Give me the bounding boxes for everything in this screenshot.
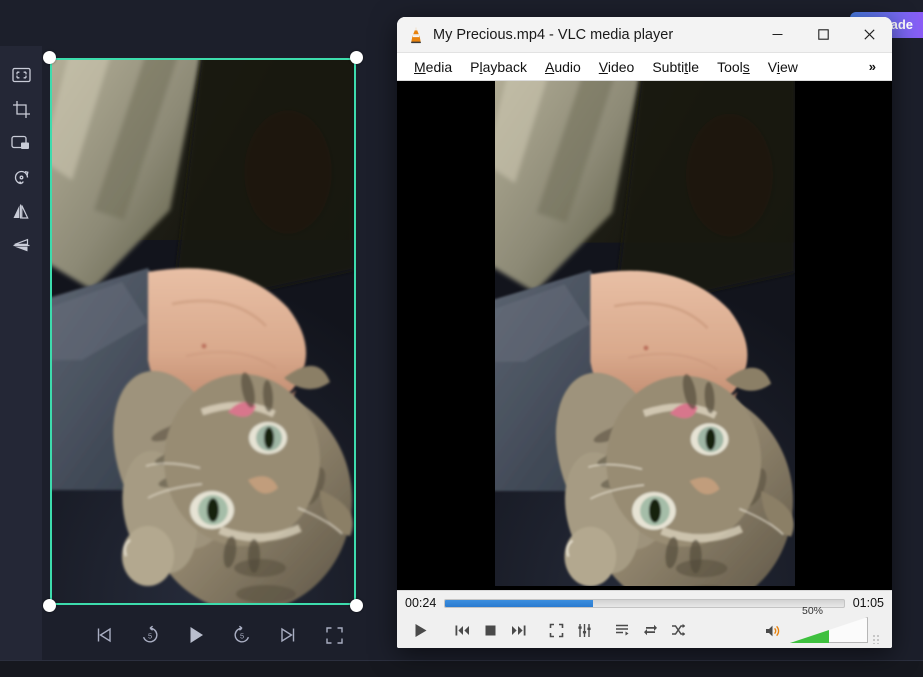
tool-rail [0,46,42,661]
loop-button[interactable] [637,618,663,642]
vlc-video-content [495,81,795,590]
vlc-titlebar[interactable]: My Precious.mp4 - VLC media player [397,17,892,53]
volume-track [790,617,868,643]
selected-video-clip[interactable] [50,58,356,605]
skip-to-start-button[interactable] [91,622,117,648]
screen: Upgrade [0,0,923,677]
svg-text:5: 5 [148,631,152,640]
vlc-cone-icon [407,26,425,44]
rotate-icon [12,168,31,187]
fullscreen-button[interactable] [321,622,347,648]
random-button[interactable] [665,618,691,642]
view-button-group [543,618,597,642]
next-button[interactable] [505,618,531,642]
volume-slider[interactable]: 50% [790,617,868,643]
vlc-window-title: My Precious.mp4 - VLC media player [433,27,754,43]
resize-tool-button[interactable] [7,64,35,86]
menu-tools[interactable]: Tools [708,56,759,78]
seek-slider[interactable] [444,599,844,608]
flip-horizontal-tool-button[interactable] [7,200,35,222]
editor-canvas[interactable] [42,46,396,661]
close-button[interactable] [846,17,892,53]
selection-frame[interactable] [50,58,356,605]
total-time: 01:05 [853,596,884,610]
picture-in-picture-tool-button[interactable] [7,132,35,154]
resize-handle-bottom-right[interactable] [350,599,363,612]
video-frame-preview [52,60,354,603]
vlc-video-surface[interactable] [397,81,892,590]
stop-button[interactable] [477,618,503,642]
vlc-menubar[interactable]: Media Playback Audio Video Subtitle Tool… [397,53,892,81]
flip-vertical-tool-button[interactable] [7,234,35,256]
svg-text:5: 5 [240,631,244,640]
menu-overflow-button[interactable]: » [861,56,884,77]
resize-icon [12,67,31,83]
skip-to-end-button[interactable] [275,622,301,648]
maximize-button[interactable] [800,17,846,53]
vlc-controls: 00:24 01:05 [397,590,892,648]
flip-vertical-icon [12,237,31,254]
volume-fill [790,617,829,643]
resize-handle-top-right[interactable] [350,51,363,64]
extended-settings-button[interactable] [571,618,597,642]
transport-button-row: 50% [403,613,886,645]
resize-grip-icon[interactable] [872,631,882,643]
playlist-button-group [609,618,691,642]
nav-button-group [449,618,531,642]
playlist-button[interactable] [609,618,635,642]
menu-playback[interactable]: Playback [461,56,536,78]
play-button[interactable] [403,615,437,645]
mute-toggle-button[interactable] [760,619,786,643]
rotate-tool-button[interactable] [7,166,35,188]
flip-horizontal-icon [12,203,31,220]
seek-progress-fill [445,600,592,607]
crop-tool-button[interactable] [7,98,35,120]
crop-icon [12,100,31,119]
menu-audio[interactable]: Audio [536,56,590,78]
menu-subtitle[interactable]: Subtitle [643,56,708,78]
editor-transport-bar: 5 5 [42,612,396,658]
resize-handle-bottom-left[interactable] [43,599,56,612]
menu-view[interactable]: View [759,56,807,78]
picture-in-picture-icon [11,135,31,151]
volume-area[interactable]: 50% [760,617,886,643]
resize-handle-top-left[interactable] [43,51,56,64]
bottom-strip [0,661,923,677]
menu-video[interactable]: Video [590,56,644,78]
elapsed-time: 00:24 [405,596,436,610]
previous-button[interactable] [449,618,475,642]
vlc-video-frame [495,81,795,586]
menu-media[interactable]: Media [405,56,461,78]
toggle-fullscreen-button[interactable] [543,618,569,642]
forward-5-button[interactable]: 5 [229,622,255,648]
vlc-media-player-window[interactable]: My Precious.mp4 - VLC media player [397,17,892,648]
minimize-button[interactable] [754,17,800,53]
play-button[interactable] [183,622,209,648]
window-controls [754,17,892,53]
volume-percent-label: 50% [802,605,823,617]
rewind-5-button[interactable]: 5 [137,622,163,648]
